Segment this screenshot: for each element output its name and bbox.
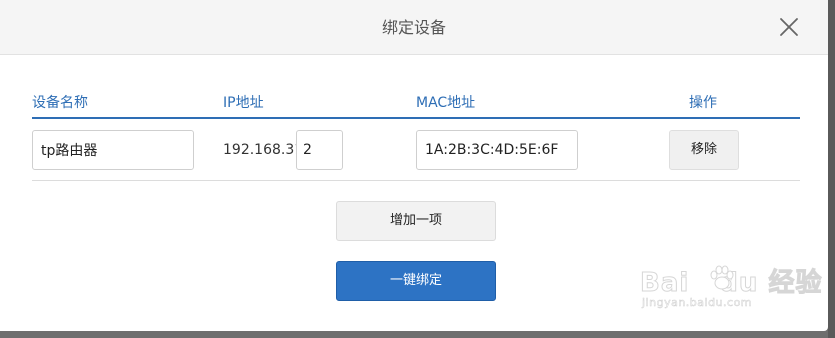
backdrop-overlay bbox=[828, 0, 835, 338]
close-button[interactable] bbox=[778, 16, 800, 38]
table-header: 设备名称 IP地址 MAC地址 操作 bbox=[32, 86, 800, 119]
column-header-action: 操作 bbox=[689, 95, 717, 111]
remove-button[interactable]: 移除 bbox=[669, 130, 739, 170]
device-name-input[interactable] bbox=[32, 130, 194, 170]
watermark-url: jingyan.baidu.com bbox=[642, 296, 753, 310]
ip-last-octet-input[interactable] bbox=[296, 130, 343, 170]
add-item-button[interactable]: 增加一项 bbox=[336, 201, 496, 241]
dialog-title: 绑定设备 bbox=[381, 18, 446, 37]
one-click-bind-button[interactable]: 一键绑定 bbox=[336, 261, 496, 301]
dialog-header: 绑定设备 bbox=[0, 0, 828, 55]
column-header-mac: MAC地址 bbox=[416, 95, 476, 111]
paw-icon bbox=[710, 265, 734, 290]
bind-device-dialog: 绑定设备 设备名称 IP地址 MAC地址 操作 192.168.31. 移除 增… bbox=[0, 0, 828, 331]
ip-prefix-text: 192.168.31. bbox=[223, 142, 308, 158]
column-header-ip: IP地址 bbox=[223, 95, 264, 111]
column-header-name: 设备名称 bbox=[32, 95, 88, 111]
baidu-jingyan-watermark: Bai du 经验 jingyan.baidu.com bbox=[639, 262, 822, 322]
close-icon bbox=[780, 18, 798, 36]
mac-address-input[interactable] bbox=[416, 130, 578, 170]
table-row: 192.168.31. 移除 bbox=[32, 119, 800, 181]
